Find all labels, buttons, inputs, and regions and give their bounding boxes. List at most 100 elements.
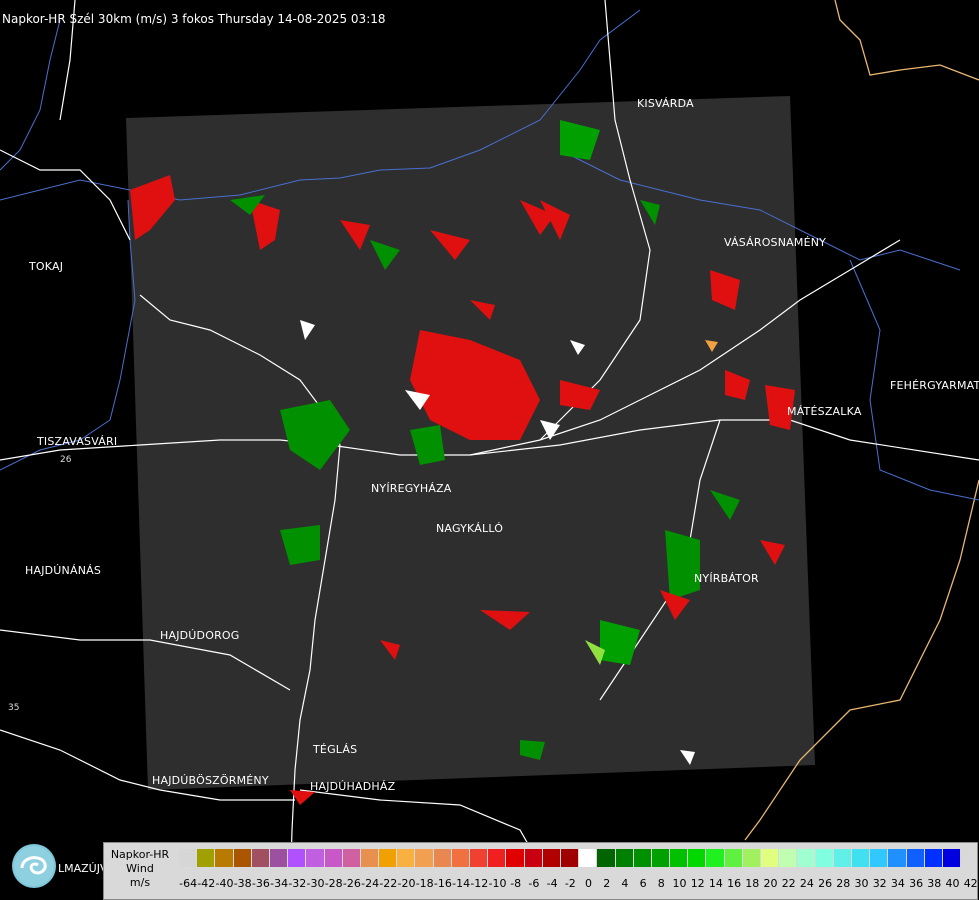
- legend-tick-label: -26: [342, 877, 361, 890]
- legend-tick-label: -14: [452, 877, 471, 890]
- legend-swatch: [360, 849, 380, 867]
- city-label: HAJDÚHADHÁZ: [310, 780, 396, 793]
- legend-swatch: [761, 849, 780, 867]
- legend-tick-label: -2: [564, 877, 576, 890]
- legend-tick-label: 0: [585, 877, 592, 890]
- legend-tick-label: -34: [270, 877, 289, 890]
- legend-swatch: [651, 849, 671, 867]
- legend-swatch: [488, 849, 507, 867]
- legend-tick-label: 22: [781, 877, 796, 890]
- legend-swatch: [942, 849, 962, 867]
- legend-swatch: [524, 849, 543, 867]
- legend-title-line: m/s: [129, 876, 151, 889]
- legend-swatch: [197, 849, 216, 867]
- legend-tick-label: 32: [872, 877, 887, 890]
- city-label: HAJDÚNÁNÁS: [25, 564, 102, 577]
- legend-swatch: [688, 849, 707, 867]
- color-legend: Napkor-HR Wind m/s -64 -42 -40 -38 -36 -34 -32…: [103, 842, 978, 900]
- legend-tick-label: -18: [415, 877, 434, 890]
- legend-swatch: [306, 849, 325, 867]
- legend-swatch: [851, 849, 871, 867]
- legend-swatch: [470, 849, 489, 867]
- legend-tick-label: 30: [854, 877, 869, 890]
- country-border: [834, 0, 979, 81]
- road-number: 35: [8, 703, 20, 713]
- legend-tick-label: -30: [306, 877, 325, 890]
- legend-swatch: [924, 849, 943, 867]
- city-label: VÁSÁROSNAMÉNY: [724, 236, 827, 249]
- legend-title-line: Napkor-HR: [110, 848, 170, 861]
- legend-swatch: [579, 849, 598, 867]
- map-title: Napkor-HR Szél 30km (m/s) 3 fokos Thursd…: [2, 12, 386, 26]
- legend-tick-label: 14: [708, 877, 723, 890]
- legend-swatch: [288, 849, 307, 867]
- legend-tick-label: -64: [179, 877, 198, 890]
- legend-swatch: [324, 849, 343, 867]
- legend-tick-label: 8: [657, 877, 665, 890]
- legend-tick-label: -4: [546, 877, 558, 890]
- legend-swatch: [833, 849, 852, 867]
- legend-swatch: [597, 849, 616, 867]
- legend-title: Napkor-HR Wind m/s: [108, 848, 172, 890]
- city-label: NYÍREGYHÁZA: [371, 482, 452, 495]
- legend-swatch: [870, 849, 889, 867]
- legend-tick-label: 34: [890, 877, 905, 890]
- legend-swatch: [233, 849, 252, 867]
- legend-tick-label: 42: [963, 877, 978, 890]
- city-label: NAGYKÁLLÓ: [436, 522, 504, 535]
- city-label: NYÍRBÁTOR: [694, 572, 759, 585]
- legend-tick-label: 36: [909, 877, 924, 890]
- legend-tick-label: -12: [470, 877, 489, 890]
- river: [0, 199, 136, 471]
- legend-swatch: [815, 849, 834, 867]
- legend-tick-label: 18: [745, 877, 760, 890]
- legend-swatch: [251, 849, 270, 867]
- legend-tick-label: 12: [690, 877, 705, 890]
- legend-tick-label: -8: [510, 877, 522, 890]
- legend-tick-label: 20: [763, 877, 778, 890]
- legend-tick-label: 24: [799, 877, 814, 890]
- legend-tick-label: -16: [433, 877, 452, 890]
- legend-tick-label: 4: [621, 877, 629, 890]
- legend-tick-label: 38: [927, 877, 942, 890]
- city-label: TÉGLÁS: [313, 743, 358, 756]
- legend-swatch: [888, 849, 907, 867]
- city-label: MÁTÉSZALKA: [787, 405, 862, 418]
- legend-tick-label: -22: [379, 877, 398, 890]
- legend-swatch: [724, 849, 743, 867]
- legend-tick-label: 16: [727, 877, 742, 890]
- legend-swatch: [906, 849, 925, 867]
- legend-tick-label: 26: [818, 877, 833, 890]
- legend-swatch: [706, 849, 725, 867]
- legend-swatch: [506, 849, 525, 867]
- legend-title-line: Wind: [126, 862, 154, 875]
- road-number: 26: [60, 455, 72, 465]
- legend-swatch: [615, 849, 634, 867]
- legend-swatch: [742, 849, 761, 867]
- river: [0, 19, 61, 171]
- city-label: HAJDÚBÖSZÖRMÉNY: [152, 774, 269, 787]
- legend-tick-label: -42: [197, 877, 216, 890]
- legend-swatch: [451, 849, 470, 867]
- legend-tick-label: -6: [528, 877, 540, 890]
- legend-swatch: [269, 849, 289, 867]
- city-label: TOKAJ: [29, 260, 64, 273]
- legend-tick-label: -38: [233, 877, 252, 890]
- legend-swatch: [670, 849, 689, 867]
- legend-swatch: [779, 849, 798, 867]
- legend-tick-label: -20: [397, 877, 416, 890]
- legend-tick-label: -40: [215, 877, 234, 890]
- city-label: FEHÉRGYARMAT: [890, 379, 979, 392]
- legend-tick-label: 6: [639, 877, 647, 890]
- legend-swatch: [797, 849, 816, 867]
- legend-tick-label: 40: [945, 877, 960, 890]
- legend-tick-label: -28: [324, 877, 343, 890]
- legend-tick-label: -24: [361, 877, 380, 890]
- legend-swatch: [542, 849, 561, 867]
- legend-tick-label: 10: [672, 877, 687, 890]
- legend-swatch: [397, 849, 416, 867]
- legend-tick-label: -36: [251, 877, 270, 890]
- legend-tick-label: -10: [488, 877, 507, 890]
- radar-coverage-area: [126, 96, 815, 790]
- legend-swatches: [179, 849, 962, 868]
